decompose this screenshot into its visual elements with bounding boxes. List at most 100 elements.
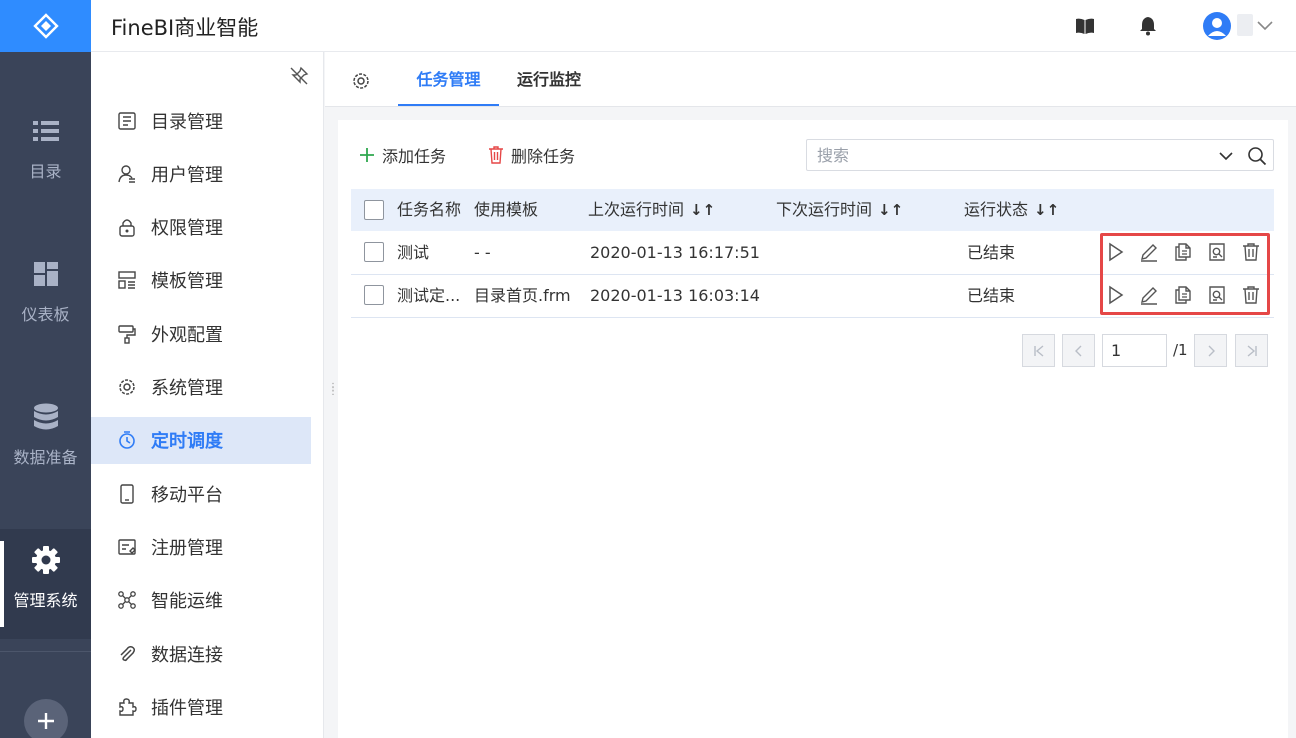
table-header: 任务名称 使用模板 上次运行时间 ↓↑ 下次运行时间 ↓↑ 运行状态 ↓↑ (351, 189, 1274, 231)
trash-icon (1243, 243, 1259, 261)
run-task-button[interactable] (1105, 285, 1125, 305)
cell-next-run (776, 232, 956, 274)
copy-task-button[interactable] (1173, 242, 1193, 262)
rail-item-label: 目录 (29, 162, 62, 181)
menu-item-label: 用户管理 (151, 164, 223, 186)
select-all-checkbox[interactable] (364, 200, 384, 220)
app-title: FineBI商业智能 (111, 16, 259, 40)
user-avatar-icon[interactable] (1203, 12, 1231, 40)
add-button[interactable] (24, 699, 68, 738)
unpin-icon[interactable] (289, 66, 309, 86)
menu-item-register[interactable]: 注册管理 (91, 523, 311, 570)
database-icon (33, 400, 59, 434)
plus-icon (38, 713, 54, 729)
column-header-task-name: 任务名称 (397, 189, 461, 231)
menu-item-label: 移动平台 (151, 484, 223, 506)
template-icon (117, 270, 137, 290)
menu-item-label: 系统管理 (151, 378, 223, 399)
column-label: 使用模板 (474, 200, 539, 219)
lock-icon (117, 217, 137, 237)
logo-icon (32, 13, 59, 39)
rail-item-dashboard[interactable]: 仪表板 (0, 243, 91, 353)
last-page-button[interactable] (1235, 334, 1268, 367)
menu-item-template[interactable]: 模板管理 (91, 257, 311, 304)
user-icon (117, 164, 137, 184)
search-icon[interactable] (1247, 146, 1267, 166)
menu-item-schedule[interactable]: 定时调度 (91, 416, 311, 464)
first-page-icon (1033, 344, 1043, 357)
menu-item-label: 外观配置 (151, 324, 223, 346)
menu-item-label: 定时调度 (151, 431, 223, 453)
cell-template: 目录首页.frm (474, 286, 571, 305)
delete-row-button[interactable] (1241, 242, 1261, 262)
column-header-last-run[interactable]: 上次运行时间 ↓↑ (588, 189, 715, 231)
puzzle-icon (117, 697, 137, 717)
edit-task-button[interactable] (1139, 285, 1159, 305)
menu-item-mobile[interactable]: 移动平台 (91, 470, 311, 517)
settings-gear-icon[interactable] (351, 71, 371, 91)
cell-last-run: 2020-01-13 16:17:51 (590, 243, 760, 262)
menu-item-plugin[interactable]: 插件管理 (91, 683, 311, 730)
first-page-button[interactable] (1022, 334, 1055, 367)
sort-icon[interactable]: ↓↑ (878, 189, 903, 231)
rail-item-data-prep[interactable]: 数据准备 (0, 386, 91, 496)
rail-divider (0, 651, 91, 652)
app-logo[interactable] (0, 0, 91, 52)
gear-icon (117, 377, 137, 397)
trash-icon (487, 146, 505, 164)
column-header-status[interactable]: 运行状态 ↓↑ (964, 189, 1059, 231)
user-name-redacted[interactable] (1237, 14, 1253, 36)
edit-icon (1141, 244, 1157, 262)
menu-item-directory[interactable]: 目录管理 (91, 97, 311, 144)
mobile-icon (117, 483, 137, 504)
rail-item-directory[interactable]: 目录 (0, 100, 91, 210)
rail-item-admin[interactable]: 管理系统 (0, 529, 91, 639)
tab-run-monitor[interactable]: 运行监控 (509, 52, 589, 106)
view-log-button[interactable] (1207, 285, 1227, 305)
menu-item-appearance[interactable]: 外观配置 (91, 310, 311, 357)
trash-icon (1243, 286, 1259, 304)
delete-row-button[interactable] (1241, 285, 1261, 305)
row-checkbox[interactable] (364, 285, 384, 305)
paint-roller-icon (117, 324, 137, 344)
prev-page-button[interactable] (1062, 334, 1095, 367)
sort-icon[interactable]: ↓↑ (1034, 189, 1059, 231)
add-task-button[interactable]: 添加任务 (358, 145, 446, 166)
book-icon[interactable] (1075, 16, 1095, 36)
bell-icon[interactable] (1138, 16, 1158, 36)
sort-icon[interactable]: ↓↑ (690, 189, 715, 231)
menu-item-system[interactable]: 系统管理 (91, 364, 311, 411)
next-page-button[interactable] (1194, 334, 1227, 367)
directory-icon (117, 111, 137, 131)
cell-template: - - (474, 243, 491, 262)
copy-task-button[interactable] (1173, 285, 1193, 305)
view-log-button[interactable] (1207, 242, 1227, 262)
cell-status: 已结束 (967, 243, 1016, 262)
menu-item-label: 注册管理 (151, 537, 223, 559)
edit-task-button[interactable] (1139, 242, 1159, 262)
delete-task-button[interactable]: 删除任务 (487, 145, 575, 166)
cell-next-run (776, 275, 956, 317)
menu-item-label: 插件管理 (151, 697, 223, 719)
splitter-handle[interactable]: ⋮ ⋮ (328, 383, 338, 404)
page-number-input[interactable]: 1 (1102, 334, 1167, 367)
row-checkbox[interactable] (364, 242, 384, 262)
menu-item-data-connection[interactable]: 数据连接 (91, 630, 311, 677)
tab-task-management[interactable]: 任务管理 (398, 52, 499, 106)
page-total: /1 (1173, 341, 1188, 359)
rail-item-label: 仪表板 (21, 305, 70, 324)
search-input[interactable] (807, 140, 1207, 170)
play-icon (1109, 242, 1124, 262)
chevron-down-icon[interactable] (1217, 147, 1235, 165)
register-icon (117, 537, 137, 557)
menu-item-user[interactable]: 用户管理 (91, 150, 311, 197)
column-label: 上次运行时间 (588, 200, 685, 219)
chevron-down-icon[interactable] (1255, 16, 1275, 36)
rail-item-label: 管理系统 (13, 591, 78, 610)
copy-icon (1175, 243, 1191, 261)
run-task-button[interactable] (1105, 242, 1125, 262)
menu-item-permission[interactable]: 权限管理 (91, 204, 311, 251)
menu-item-ops[interactable]: 智能运维 (91, 577, 311, 624)
cell-task-name: 测试定... (397, 286, 461, 305)
column-header-next-run[interactable]: 下次运行时间 ↓↑ (776, 189, 903, 231)
